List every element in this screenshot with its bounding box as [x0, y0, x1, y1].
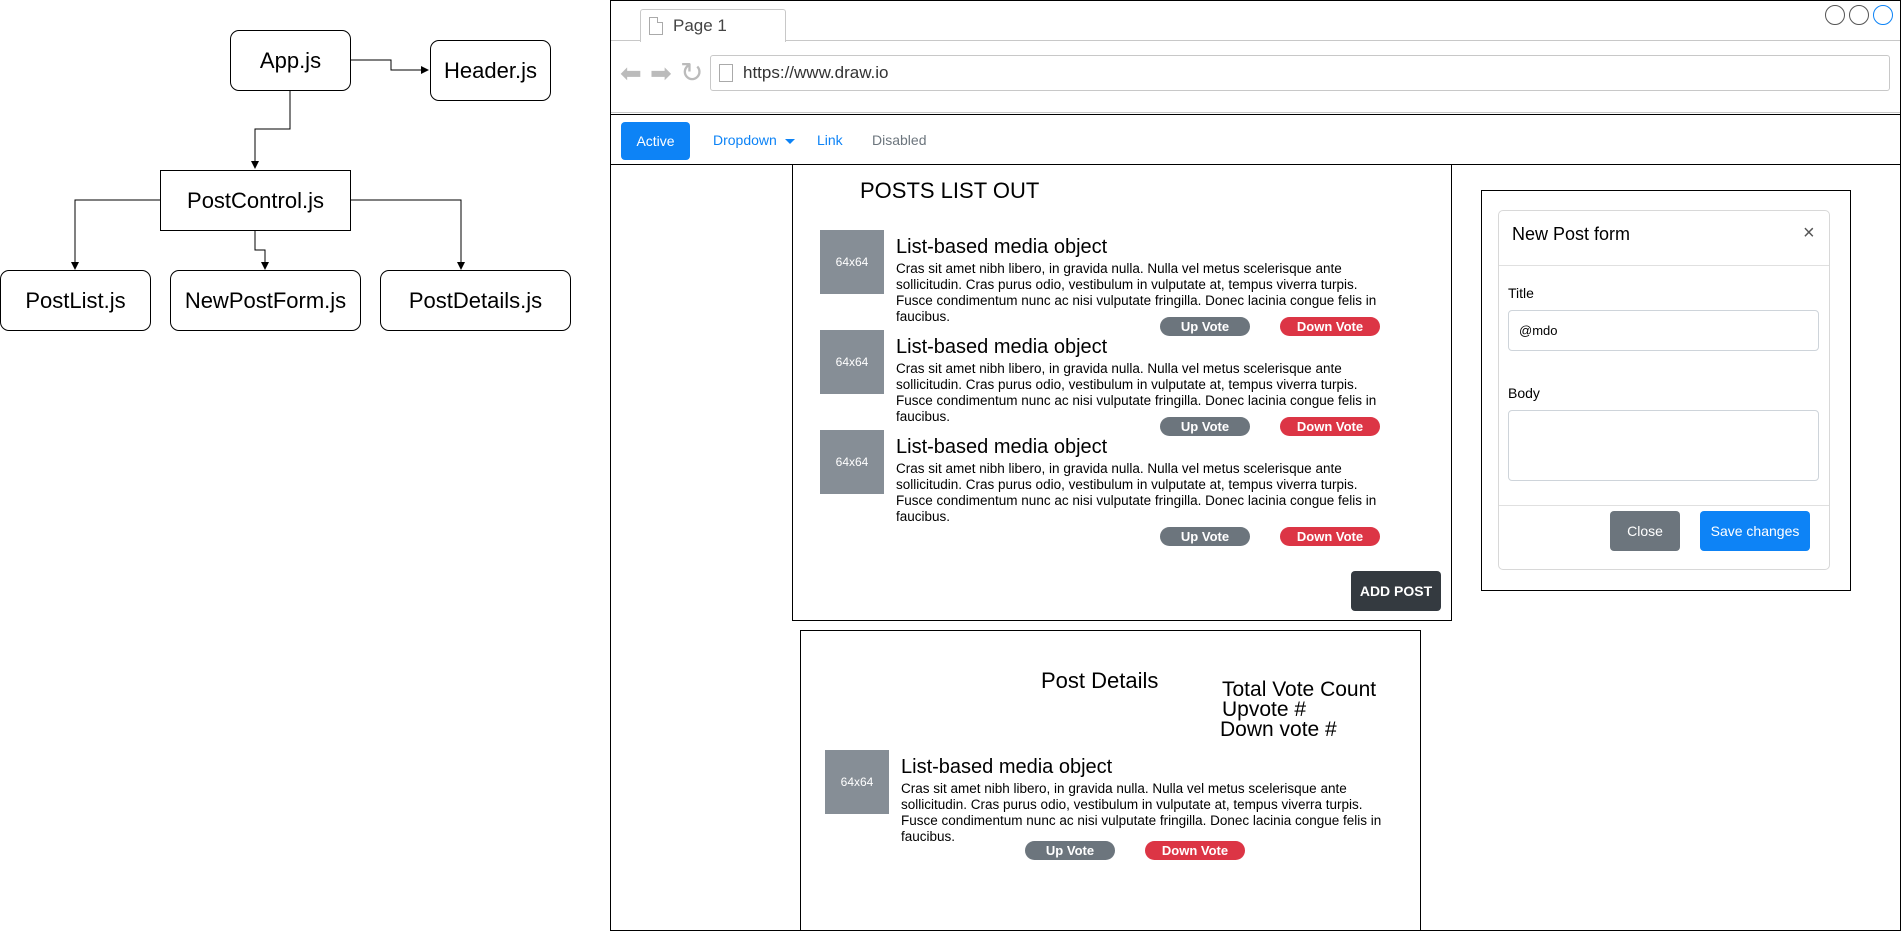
- navbar: [610, 114, 1901, 165]
- node-postcontrol: PostControl.js: [160, 170, 351, 231]
- post-details-heading: Post Details: [1041, 668, 1159, 693]
- media-body: Cras sit amet nibh libero, in gravida nu…: [896, 261, 1377, 324]
- tab-label: Page 1: [673, 16, 727, 35]
- window-button-circle-1[interactable]: [1825, 5, 1845, 25]
- nav-dropdown-label: Dropdown: [713, 132, 777, 148]
- upvote-button[interactable]: Up Vote: [1025, 841, 1115, 860]
- modal-footer-divider: [1499, 505, 1829, 506]
- body-textarea[interactable]: [1508, 410, 1819, 481]
- media-body: Cras sit amet nibh libero, in gravida nu…: [901, 781, 1382, 844]
- title-input[interactable]: @mdo: [1508, 310, 1819, 351]
- page-icon: [649, 17, 663, 35]
- close-button[interactable]: Close: [1610, 511, 1680, 551]
- close-icon[interactable]: ×: [1803, 222, 1815, 245]
- upvote-button[interactable]: Up Vote: [1160, 417, 1250, 436]
- downvote-button[interactable]: Down Vote: [1145, 841, 1245, 860]
- modal-header-divider: [1499, 265, 1829, 266]
- toolbar-divider: [611, 112, 1900, 113]
- window-button-circle-3[interactable]: [1873, 5, 1893, 25]
- media-title: List-based media object: [896, 336, 1108, 358]
- body-label: Body: [1508, 385, 1540, 401]
- add-post-button[interactable]: ADD POST: [1351, 571, 1441, 611]
- media-thumbnail: 64x64: [820, 430, 884, 494]
- nav-dropdown[interactable]: Dropdown: [713, 132, 795, 148]
- browser-tab[interactable]: Page 1: [640, 9, 786, 42]
- node-app: App.js: [230, 30, 351, 91]
- url-text: https://www.draw.io: [743, 63, 889, 82]
- media-thumbnail: 64x64: [825, 750, 889, 814]
- reload-icon[interactable]: ↻: [680, 59, 703, 87]
- edge-postcontrol-postlist: [71, 199, 160, 270]
- media-thumbnail: 64x64: [820, 230, 884, 294]
- modal-title: New Post form: [1512, 224, 1631, 244]
- save-changes-button[interactable]: Save changes: [1700, 511, 1810, 551]
- forward-arrow-icon[interactable]: ➡: [650, 60, 672, 86]
- media-body: Cras sit amet nibh libero, in gravida nu…: [896, 361, 1377, 424]
- node-header: Header.js: [430, 40, 551, 101]
- upvote-button[interactable]: Up Vote: [1160, 317, 1250, 336]
- media-title: List-based media object: [896, 236, 1108, 258]
- total-vote-count: Total Vote Count: [1222, 678, 1377, 701]
- media-title: List-based media object: [896, 436, 1108, 458]
- downvote-count: Down vote #: [1220, 718, 1337, 741]
- nav-link[interactable]: Link: [817, 132, 843, 148]
- title-label: Title: [1508, 285, 1534, 301]
- window-button-circle-2[interactable]: [1849, 5, 1869, 25]
- posts-list-heading: POSTS LIST OUT: [860, 178, 1040, 203]
- upvote-button[interactable]: Up Vote: [1160, 527, 1250, 546]
- page-icon: [719, 64, 733, 82]
- nav-disabled: Disabled: [872, 132, 927, 148]
- downvote-button[interactable]: Down Vote: [1280, 417, 1380, 436]
- nav-active-button[interactable]: Active: [621, 122, 690, 160]
- address-bar[interactable]: https://www.draw.io: [710, 55, 1890, 91]
- upvote-count: Upvote #: [1222, 698, 1307, 721]
- edge-app-postcontrol: [251, 91, 291, 169]
- media-thumbnail: 64x64: [820, 330, 884, 394]
- tab-strip: [611, 1, 1900, 41]
- downvote-button[interactable]: Down Vote: [1280, 527, 1380, 546]
- node-postlist: PostList.js: [0, 270, 151, 331]
- edge-postcontrol-newpostform: [254, 231, 269, 270]
- back-arrow-icon[interactable]: ⬅: [620, 60, 642, 86]
- node-postdetails: PostDetails.js: [380, 270, 571, 331]
- media-body: Cras sit amet nibh libero, in gravida nu…: [896, 461, 1377, 524]
- media-title: List-based media object: [901, 756, 1113, 778]
- edge-postcontrol-postdetails: [351, 199, 465, 270]
- downvote-button[interactable]: Down Vote: [1280, 317, 1380, 336]
- node-newpostform: NewPostForm.js: [170, 270, 361, 331]
- caret-down-icon: [784, 138, 795, 144]
- edge-app-header: [351, 59, 429, 74]
